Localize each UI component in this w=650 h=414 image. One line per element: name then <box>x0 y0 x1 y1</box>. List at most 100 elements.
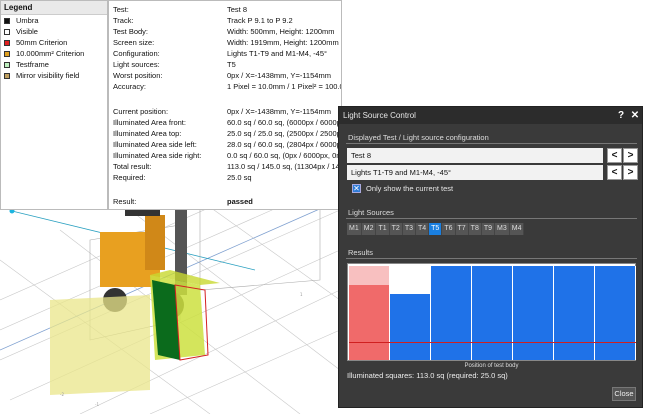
info-value: Width: 500mm, Height: 1200mm <box>227 27 335 36</box>
config-select[interactable]: Lights T1-T9 and M1-M4, -45° <box>347 165 603 180</box>
light-source-t1[interactable]: T1 <box>376 223 390 235</box>
test-info-panel: Test: Test 8 Track: Track P 9.1 to P 9.2 Tes… <box>108 0 342 210</box>
svg-text:-2: -2 <box>60 392 64 397</box>
info-label: Total result: <box>113 162 152 171</box>
dialog-titlebar[interactable]: Light Source Control ? ✕ <box>339 107 642 124</box>
light-source-t9[interactable]: T9 <box>482 223 496 235</box>
info-row: Total result: 113.0 sq / 145.0 sq, (11304… <box>109 162 342 173</box>
info-value: 0px / X=-1438mm, Y=-1154mm <box>227 107 331 116</box>
info-label: Illuminated Area front: <box>113 118 186 127</box>
info-row: Illuminated Area side right: 0.0 sq / 60.… <box>109 151 341 162</box>
result-bar <box>431 266 472 360</box>
light-source-m4[interactable]: M4 <box>510 223 525 235</box>
info-label: Illuminated Area side right: <box>113 151 202 160</box>
test-next-button[interactable]: > <box>623 148 638 163</box>
light-source-t4[interactable]: T4 <box>416 223 430 235</box>
result-bar-fill <box>349 284 389 360</box>
info-label: Light sources: <box>113 60 160 69</box>
info-label: Configuration: <box>113 49 160 58</box>
legend-item-label: Umbra <box>16 16 39 25</box>
illuminated-squares-text: Illuminated squares: 113.0 sq (required:… <box>347 371 508 380</box>
info-label: Worst position: <box>113 71 163 80</box>
svg-text:-1: -1 <box>95 402 99 407</box>
help-button[interactable]: ? <box>614 110 628 121</box>
result-bar <box>595 266 636 360</box>
divider <box>346 258 637 259</box>
info-value: 0px / X=-1438mm, Y=-1154mm <box>227 71 331 80</box>
legend-swatch <box>4 50 10 57</box>
legend-item: 50mm Criterion <box>1 37 107 48</box>
result-bar-fill <box>390 294 430 360</box>
close-button[interactable]: Close <box>612 387 636 401</box>
light-sources-label: Light Sources <box>348 208 394 217</box>
legend-swatch <box>4 61 10 68</box>
result-bar <box>513 266 554 360</box>
light-source-m3[interactable]: M3 <box>495 223 510 235</box>
config-prev-button[interactable]: < <box>607 165 622 180</box>
close-x-button[interactable]: ✕ <box>628 110 642 121</box>
info-label: Illuminated Area top: <box>113 129 182 138</box>
info-label: Test Body: <box>113 27 149 36</box>
legend-panel: Legend Umbra Visible 50mm Criterion 10.000m… <box>0 0 108 210</box>
info-row: Test Body: Width: 500mm, Height: 1200mm <box>109 27 341 38</box>
light-source-m2[interactable]: M2 <box>362 223 377 235</box>
info-label: Required: <box>113 173 146 182</box>
test-prev-button[interactable]: < <box>607 148 622 163</box>
info-label: Track: <box>113 16 134 25</box>
info-value: Track P 9.1 to P 9.2 <box>227 16 293 25</box>
legend-item-label: Visible <box>16 27 38 36</box>
info-row: Track: Track P 9.1 to P 9.2 <box>109 16 341 27</box>
results-chart <box>347 263 636 361</box>
legend-swatch <box>4 39 10 46</box>
legend-item: Umbra <box>1 15 107 26</box>
info-row: Current position: 0px / X=-1438mm, Y=-115… <box>109 107 341 118</box>
info-label: Accuracy: <box>113 82 146 91</box>
results-label: Results <box>348 248 374 257</box>
info-row: Illuminated Area top: 25.0 sq / 25.0 sq, … <box>109 129 341 140</box>
displayed-test-label: Displayed Test / Light source configurat… <box>348 133 489 142</box>
info-row: Worst position: 0px / X=-1438mm, Y=-1154m… <box>109 71 341 82</box>
only-current-test-checkbox[interactable]: ✕ <box>352 184 361 193</box>
light-source-t5[interactable]: T5 <box>429 223 443 235</box>
info-value: Test 8 <box>227 5 248 14</box>
light-source-t3[interactable]: T3 <box>403 223 416 235</box>
info-row: Illuminated Area front: 60.0 sq / 60.0 sq… <box>109 118 341 129</box>
legend-item-label: 10.000mm² Criterion <box>16 49 85 58</box>
info-label: Current position: <box>113 107 169 116</box>
info-row: Accuracy: 1 Pixel = 10.0mm / 1 Pixel² = 1… <box>109 82 341 93</box>
light-source-t7[interactable]: T7 <box>456 223 469 235</box>
light-source-t6[interactable]: T6 <box>442 223 456 235</box>
legend-item: 10.000mm² Criterion <box>1 48 107 59</box>
light-source-m1[interactable]: M1 <box>347 223 362 235</box>
info-row: Light sources: T5 <box>109 60 341 71</box>
light-source-control-dialog: Light Source Control ? ✕ Displayed Test … <box>338 106 643 408</box>
divider <box>346 218 637 219</box>
required-threshold-line <box>349 342 636 343</box>
result-bar <box>390 266 431 360</box>
info-value: 28.0 sq / 60.0 sq, (2804px / 6000px <box>227 140 342 149</box>
legend-item-label: Mirror visibility field <box>16 71 80 80</box>
legend-item-label: 50mm Criterion <box>16 38 68 47</box>
info-row: Illuminated Area side left: 28.0 sq / 60.… <box>109 140 342 151</box>
info-row: Required: 25.0 sq <box>109 173 341 184</box>
result-bar-fill <box>431 266 471 360</box>
info-value: T5 <box>227 60 236 69</box>
info-value: Width: 1919mm, Height: 1200mm <box>227 38 339 47</box>
legend-item: Testframe <box>1 59 107 70</box>
light-source-t8[interactable]: T8 <box>469 223 482 235</box>
config-next-button[interactable]: > <box>623 165 638 180</box>
light-sources-bar: M1 M2 T1 T2 T3 T4 T5 T6 T7 T8 T9 M3 M4 <box>347 223 525 235</box>
only-current-test-label: Only show the current test <box>366 184 454 193</box>
info-label: Screen size: <box>113 38 155 47</box>
result-bar-fill <box>554 266 594 360</box>
legend-swatch <box>4 17 10 24</box>
info-label: Test: <box>113 5 129 14</box>
info-row: Result: passed <box>109 197 341 208</box>
result-bar-fill <box>595 266 635 360</box>
light-source-t2[interactable]: T2 <box>390 223 403 235</box>
test-select[interactable]: Test 8 <box>347 148 603 163</box>
info-value: 113.0 sq / 145.0 sq, (11304px / 145 <box>227 162 342 171</box>
info-value: 25.0 sq <box>227 173 252 182</box>
info-label: Illuminated Area side left: <box>113 140 197 149</box>
result-bar-fill <box>513 266 553 360</box>
